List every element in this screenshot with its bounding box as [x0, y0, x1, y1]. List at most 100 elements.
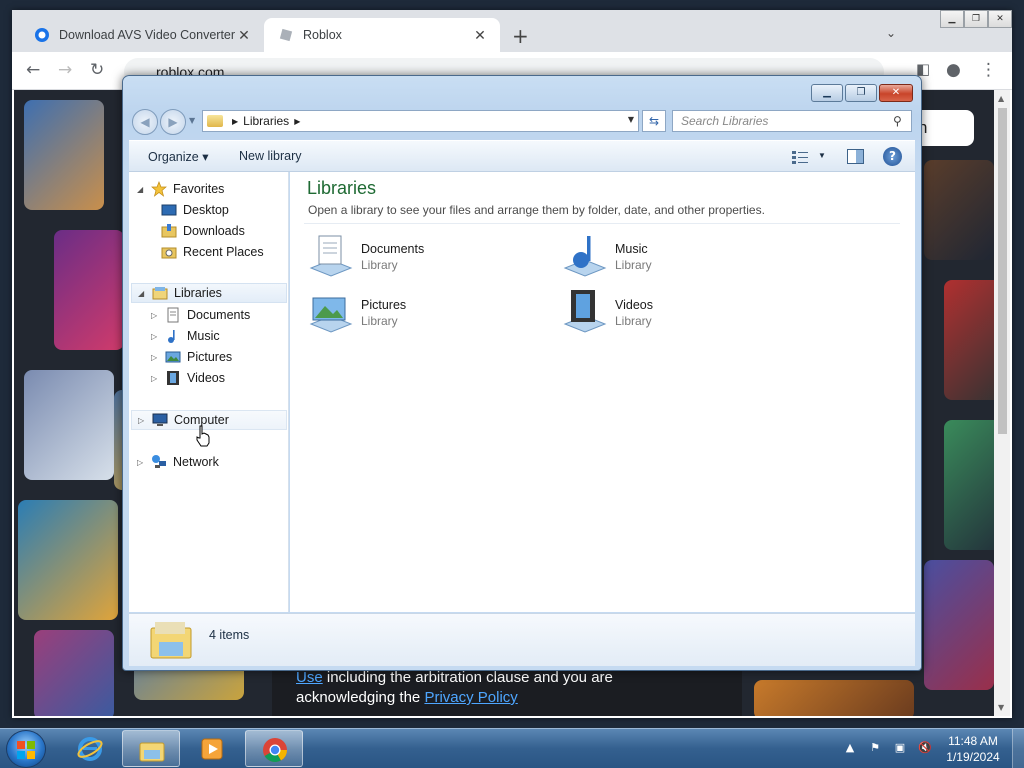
chrome-restore-button[interactable]: ❐: [964, 10, 988, 28]
music-note-icon: [168, 330, 175, 343]
profile-avatar-icon[interactable]: ●: [946, 60, 961, 80]
library-tile-documents[interactable]: Documents Library: [307, 232, 527, 280]
scroll-up-arrow-icon[interactable]: ▲: [998, 94, 1004, 103]
search-icon[interactable]: ⚲: [893, 114, 902, 128]
libraries-icon: [152, 287, 168, 300]
search-input[interactable]: Search Libraries: [672, 110, 912, 132]
nav-videos[interactable]: ▷ Videos: [151, 368, 287, 388]
game-thumbnail: [924, 560, 994, 690]
game-thumbnail: [944, 280, 996, 400]
terms-line-2: acknowledging the Privacy Policy: [296, 689, 518, 706]
tab-search-chevron-icon[interactable]: ⌄: [886, 26, 896, 40]
navigation-pane: ◢ Favorites Desktop Downloads Recent Pla…: [129, 172, 289, 612]
view-options-chevron-icon[interactable]: ▼: [818, 151, 826, 160]
google-chrome-icon: [263, 738, 287, 763]
back-arrow-icon[interactable]: ←: [26, 60, 40, 80]
scroll-down-arrow-icon[interactable]: ▼: [998, 703, 1004, 712]
forward-button[interactable]: ▶: [160, 109, 186, 135]
pictures-icon: [165, 351, 181, 363]
breadcrumb-libraries[interactable]: Libraries: [243, 114, 289, 128]
library-tile-videos[interactable]: Videos Library: [561, 288, 781, 336]
tab-close-icon[interactable]: ✕: [472, 27, 488, 44]
back-button[interactable]: ◀: [132, 109, 158, 135]
show-desktop-button[interactable]: [1012, 729, 1024, 768]
breadcrumb-chevron-icon[interactable]: ▶: [294, 117, 300, 126]
game-thumbnail: [18, 500, 118, 620]
privacy-policy-link[interactable]: Privacy Policy: [424, 689, 517, 706]
nav-pictures[interactable]: ▷ Pictures: [151, 347, 287, 367]
taskbar-google-chrome[interactable]: [245, 730, 303, 767]
show-hidden-icons-arrow-icon[interactable]: ▲: [842, 741, 858, 757]
breadcrumb-chevron-icon[interactable]: ▶: [232, 117, 238, 126]
explorer-maximize-button[interactable]: ❐: [845, 84, 877, 102]
libraries-folder-icon: [150, 622, 192, 659]
new-tab-button[interactable]: +: [512, 24, 529, 48]
avs-favicon-icon: [35, 28, 49, 42]
tab-avs-download[interactable]: Download AVS Video Converter . ✕: [20, 18, 264, 52]
expand-arrow-icon[interactable]: ▷: [137, 458, 147, 467]
nav-music[interactable]: ▷ Music: [151, 326, 287, 346]
explorer-minimize-button[interactable]: ▁: [811, 84, 843, 102]
nav-desktop[interactable]: Desktop: [161, 200, 287, 220]
clock-time: 11:48 AM: [948, 734, 998, 748]
expand-arrow-icon[interactable]: ▷: [151, 332, 161, 341]
scrollbar-thumb[interactable]: [998, 108, 1007, 434]
forward-arrow-icon[interactable]: →: [58, 60, 72, 80]
roblox-favicon-icon: [279, 28, 293, 42]
action-center-flag-icon[interactable]: ⚑: [867, 741, 883, 757]
network-status-icon[interactable]: ▣: [892, 741, 908, 757]
library-tile-pictures[interactable]: Pictures Library: [307, 288, 527, 336]
nav-favorites[interactable]: ◢ Favorites: [137, 179, 287, 199]
library-tile-music[interactable]: Music Library: [561, 232, 781, 280]
tab-title: Roblox: [303, 28, 342, 42]
nav-libraries[interactable]: ◢ Libraries: [131, 283, 287, 303]
recent-places-icon: [161, 247, 177, 259]
page-scrollbar[interactable]: ▲ ▼: [994, 90, 1010, 716]
chrome-menu-icon[interactable]: ⋮: [980, 60, 997, 80]
page-title: Libraries: [307, 178, 377, 198]
content-pane: Libraries Open a library to see your fil…: [290, 172, 915, 612]
explorer-close-button[interactable]: ✕: [879, 84, 913, 102]
music-library-icon: [563, 236, 607, 277]
change-view-icon[interactable]: [792, 150, 808, 164]
nav-recent-places[interactable]: Recent Places: [161, 242, 287, 262]
help-icon[interactable]: ?: [883, 147, 902, 166]
tab-close-icon[interactable]: ✕: [236, 27, 252, 44]
expand-arrow-icon[interactable]: ▷: [151, 353, 161, 362]
details-pane: 4 items: [129, 613, 915, 666]
command-bar: Organize ▾ New library ▼ ?: [129, 140, 915, 172]
collapse-arrow-icon[interactable]: ◢: [137, 185, 147, 194]
media-player-icon: [201, 738, 223, 760]
organize-button[interactable]: Organize ▾: [148, 149, 208, 164]
tab-roblox[interactable]: Roblox ✕: [264, 18, 500, 52]
nav-downloads[interactable]: Downloads: [161, 221, 287, 241]
preview-pane-icon[interactable]: [847, 149, 864, 164]
taskbar-windows-explorer[interactable]: [122, 730, 180, 767]
documents-library-icon: [309, 235, 353, 277]
collapse-arrow-icon[interactable]: ◢: [138, 289, 148, 298]
reload-icon[interactable]: ↻: [90, 60, 104, 80]
chrome-minimize-button[interactable]: ▁: [940, 10, 964, 28]
terms-of-use-link[interactable]: Use: [296, 669, 323, 686]
favorites-star-icon: [151, 181, 167, 197]
taskbar-media-player[interactable]: [183, 730, 241, 767]
desktop-icon: [161, 204, 177, 216]
expand-arrow-icon[interactable]: ▷: [138, 416, 148, 425]
address-bar[interactable]: ▶ Libraries ▶ ▼: [202, 110, 639, 132]
windows-explorer-folder-icon: [139, 742, 165, 762]
nav-network[interactable]: ▷ Network: [137, 452, 287, 472]
nav-documents[interactable]: ▷ Documents: [151, 305, 287, 325]
new-library-button[interactable]: New library: [239, 149, 302, 163]
volume-muted-icon[interactable]: 🔇: [917, 741, 933, 757]
taskbar-clock[interactable]: 11:48 AM 1/19/2024: [944, 733, 1002, 765]
expand-arrow-icon[interactable]: ▷: [151, 374, 161, 383]
recent-pages-chevron-icon[interactable]: ▼: [189, 116, 195, 125]
clock-date: 1/19/2024: [946, 750, 1000, 764]
start-button[interactable]: [6, 730, 46, 768]
expand-arrow-icon[interactable]: ▷: [151, 311, 161, 320]
refresh-button[interactable]: ⇆: [642, 110, 666, 132]
chrome-close-button[interactable]: ✕: [988, 10, 1012, 28]
taskbar-internet-explorer[interactable]: [61, 730, 119, 767]
address-dropdown-icon[interactable]: ▼: [628, 115, 634, 124]
system-tray: ▲ ⚑ ▣ 🔇: [842, 737, 942, 761]
